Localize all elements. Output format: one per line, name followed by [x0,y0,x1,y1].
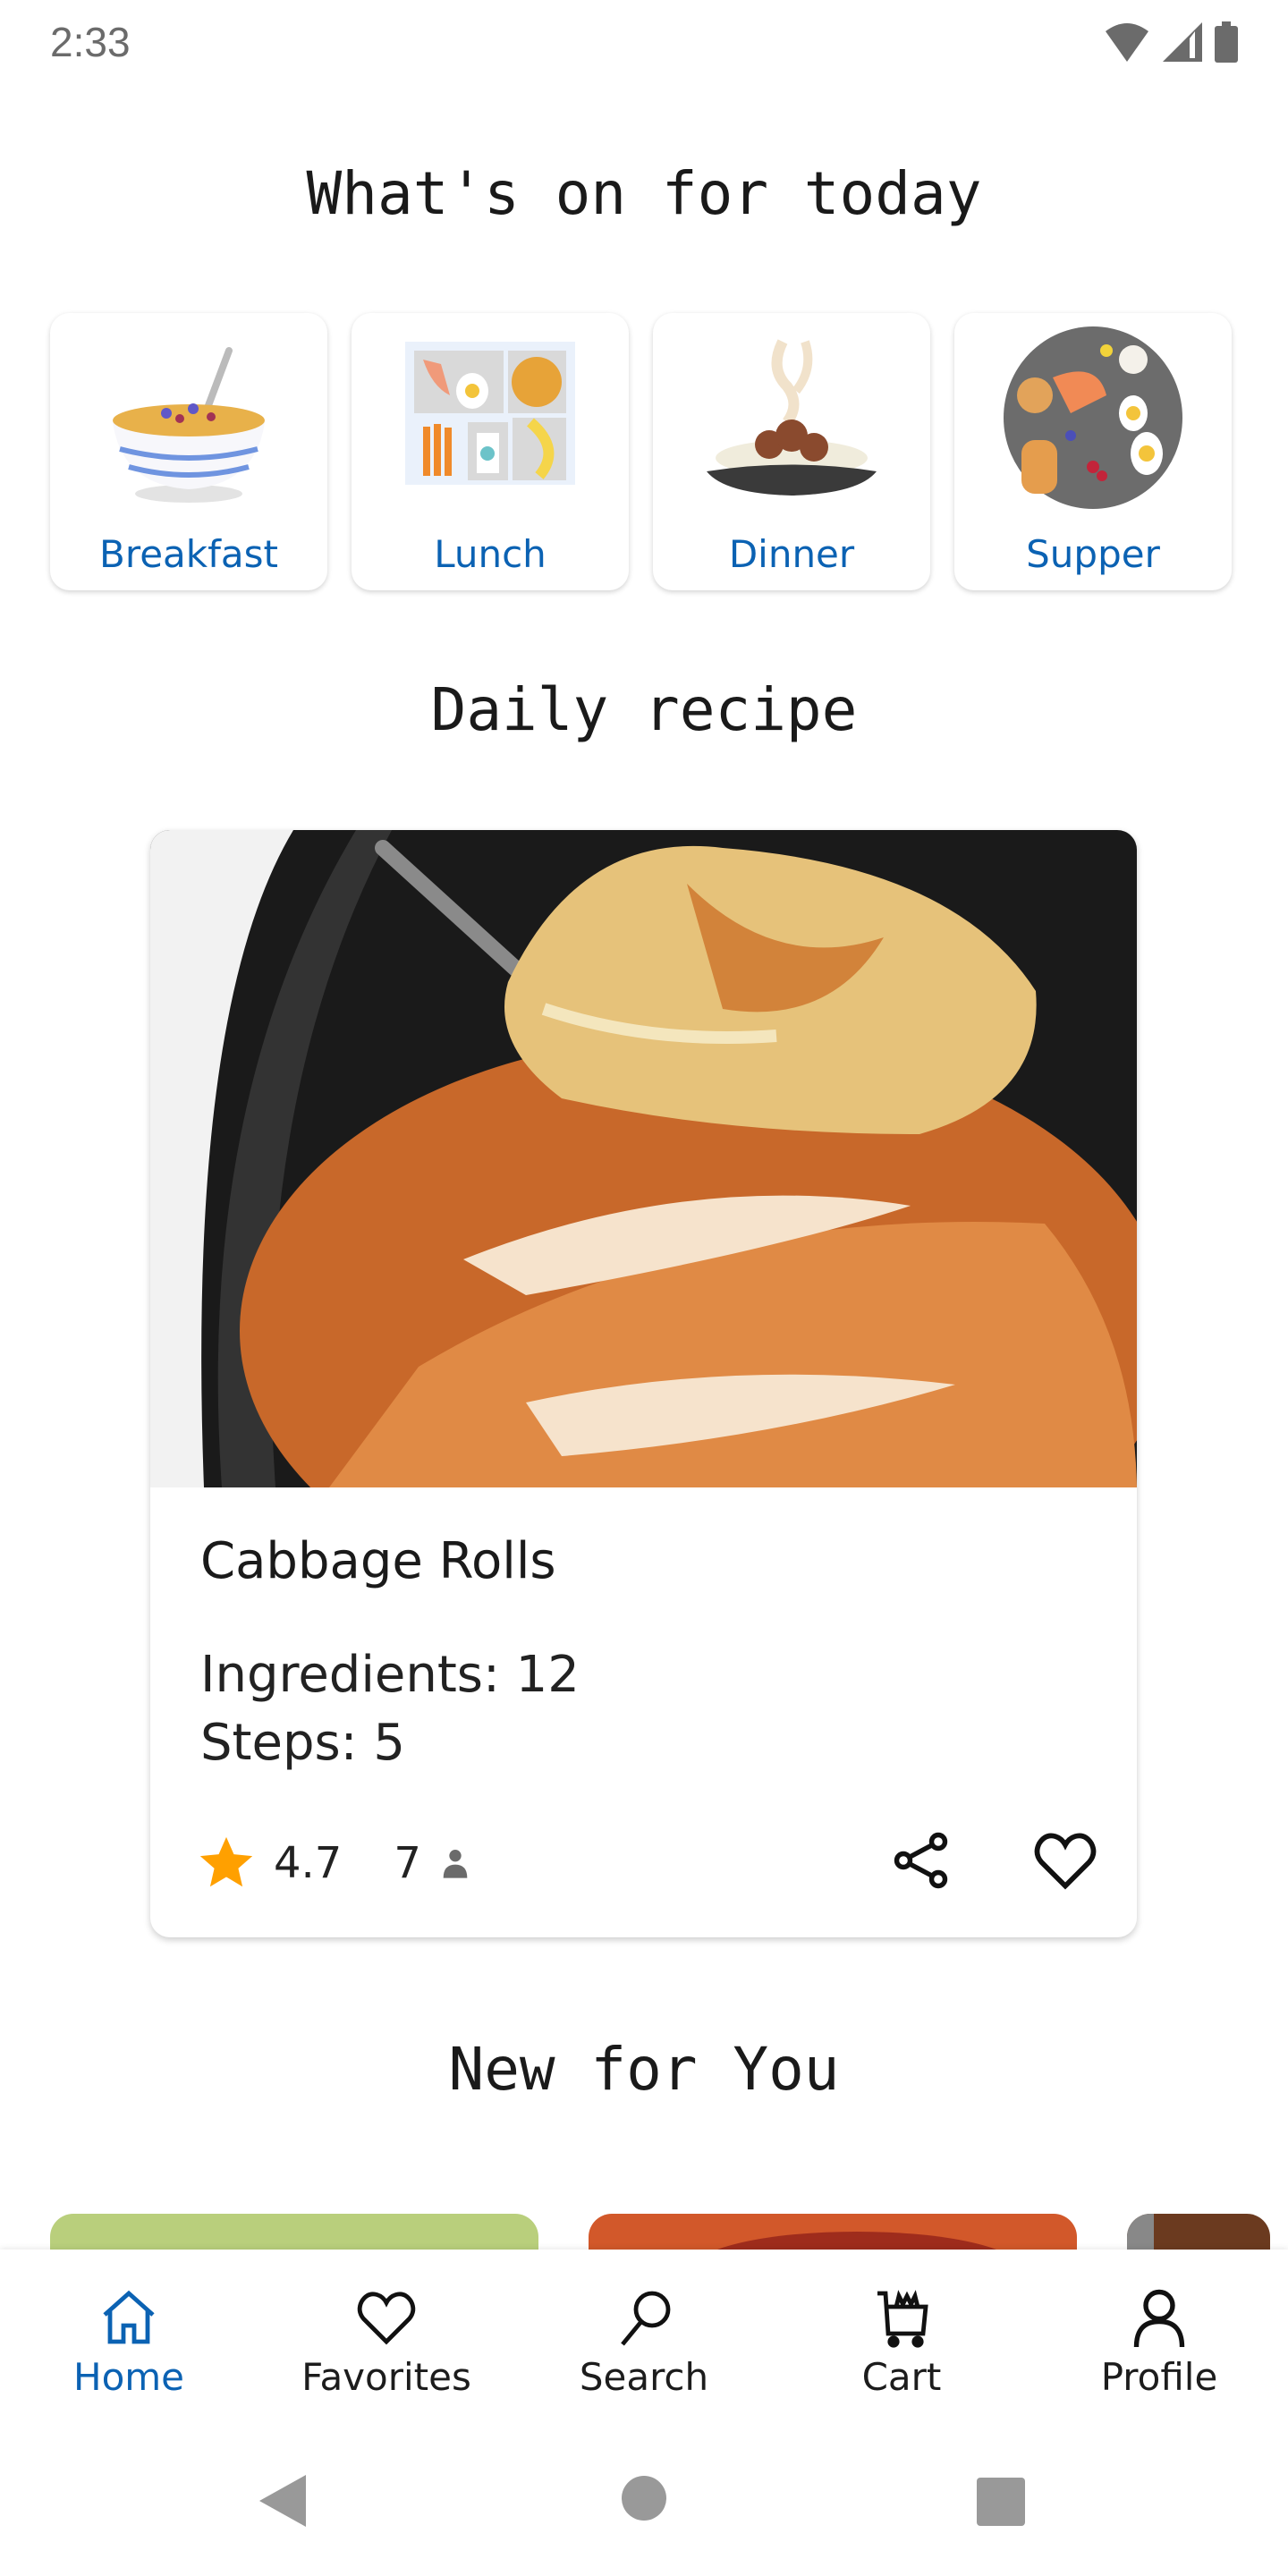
heart-icon [357,2292,416,2345]
meal-label: Supper [1026,532,1160,576]
search-icon [621,2291,671,2346]
review-count: 7 [394,1838,421,1888]
meal-card-breakfast[interactable]: Breakfast [50,313,327,590]
recents-icon[interactable] [977,2478,1025,2526]
daily-section-title: Daily recipe [430,675,858,744]
back-icon[interactable] [259,2475,308,2527]
new-section-title: New for You [448,2035,840,2104]
nav-search[interactable]: Search [515,2250,773,2424]
nav-cart[interactable]: Cart [773,2250,1030,2424]
daily-recipe-card[interactable]: Cabbage Rolls Ingredients: 12 Steps: 5 4… [150,830,1137,1937]
meal-label: Dinner [728,532,855,576]
status-icons [1104,21,1238,63]
person-icon [443,1850,468,1878]
nav-profile[interactable]: Profile [1030,2250,1288,2424]
nav-label: Cart [861,2355,942,2399]
status-time: 2:33 [50,19,131,65]
signal-icon [1163,22,1202,62]
meal-card-supper[interactable]: Supper [954,313,1232,590]
star-icon [199,1836,253,1887]
cabbage-rolls-photo [150,830,1137,1487]
nav-label: Profile [1100,2355,1218,2399]
favorite-button[interactable] [1030,1825,1101,1896]
lunch-tray-image [405,342,575,485]
meal-label: Lunch [434,532,547,576]
today-section-title: What's on for today [306,159,982,228]
system-nav-bar [0,2424,1288,2576]
rating-value: 4.7 [274,1838,343,1888]
share-button[interactable] [886,1825,958,1896]
home-icon [103,2290,155,2344]
meal-categories: Breakfast Lunch Dinner Supper [50,313,1232,590]
heart-icon [1034,1833,1097,1890]
pasta-plate-image [707,339,877,496]
nav-favorites[interactable]: Favorites [258,2250,515,2424]
meal-card-dinner[interactable]: Dinner [653,313,930,590]
status-bar: 2:33 [0,0,1288,89]
rating-row: 4.7 7 [195,1832,473,1894]
cereal-bowl-image [113,347,265,503]
card-actions [886,1825,1101,1896]
wifi-icon [1106,23,1148,62]
person-icon [1133,2289,1185,2348]
meal-label: Breakfast [99,532,278,576]
recipe-steps: Steps: 5 [200,1714,405,1772]
bottom-nav: Home Favorites Search Cart Profile [0,2250,1288,2424]
nav-label: Search [579,2355,709,2399]
meal-card-lunch[interactable]: Lunch [352,313,629,590]
recipe-title: Cabbage Rolls [200,1532,556,1590]
home-circle-icon[interactable] [622,2476,666,2521]
nav-home[interactable]: Home [0,2250,258,2424]
platter-image [1004,326,1182,509]
nav-label: Home [72,2355,185,2399]
recipe-ingredients: Ingredients: 12 [200,1646,580,1704]
nav-label: Favorites [301,2355,471,2399]
share-icon [894,1832,948,1889]
battery-icon [1215,21,1238,63]
cart-icon [877,2290,928,2348]
